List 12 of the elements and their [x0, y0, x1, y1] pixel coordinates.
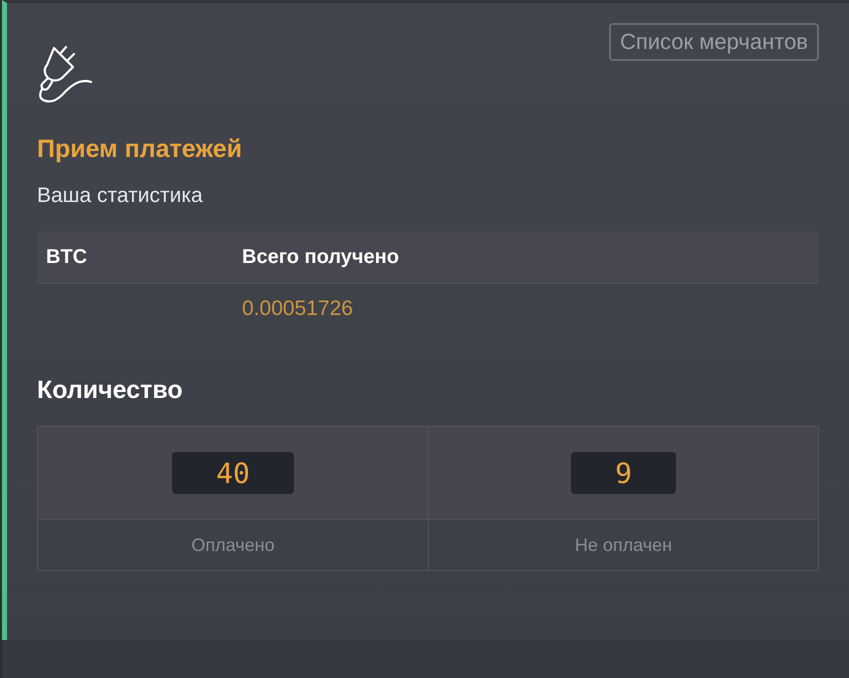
section-heading: Количество — [37, 376, 184, 405]
merchants-list-button[interactable]: Список мерчантов — [608, 23, 819, 61]
table-cell: 0.00051726 — [233, 284, 819, 334]
count-badge: 9 — [571, 452, 676, 494]
plug-icon — [37, 45, 94, 103]
subtitle: Ваша статистика — [37, 184, 204, 208]
stat-label: Не оплачен — [574, 534, 672, 556]
section-title: Прием платежей — [37, 135, 243, 164]
stat-label: Оплачено — [191, 534, 275, 556]
column-header: BTC — [37, 231, 233, 284]
count-badge: 40 — [172, 452, 294, 494]
column-header: Всего получено — [233, 231, 819, 284]
